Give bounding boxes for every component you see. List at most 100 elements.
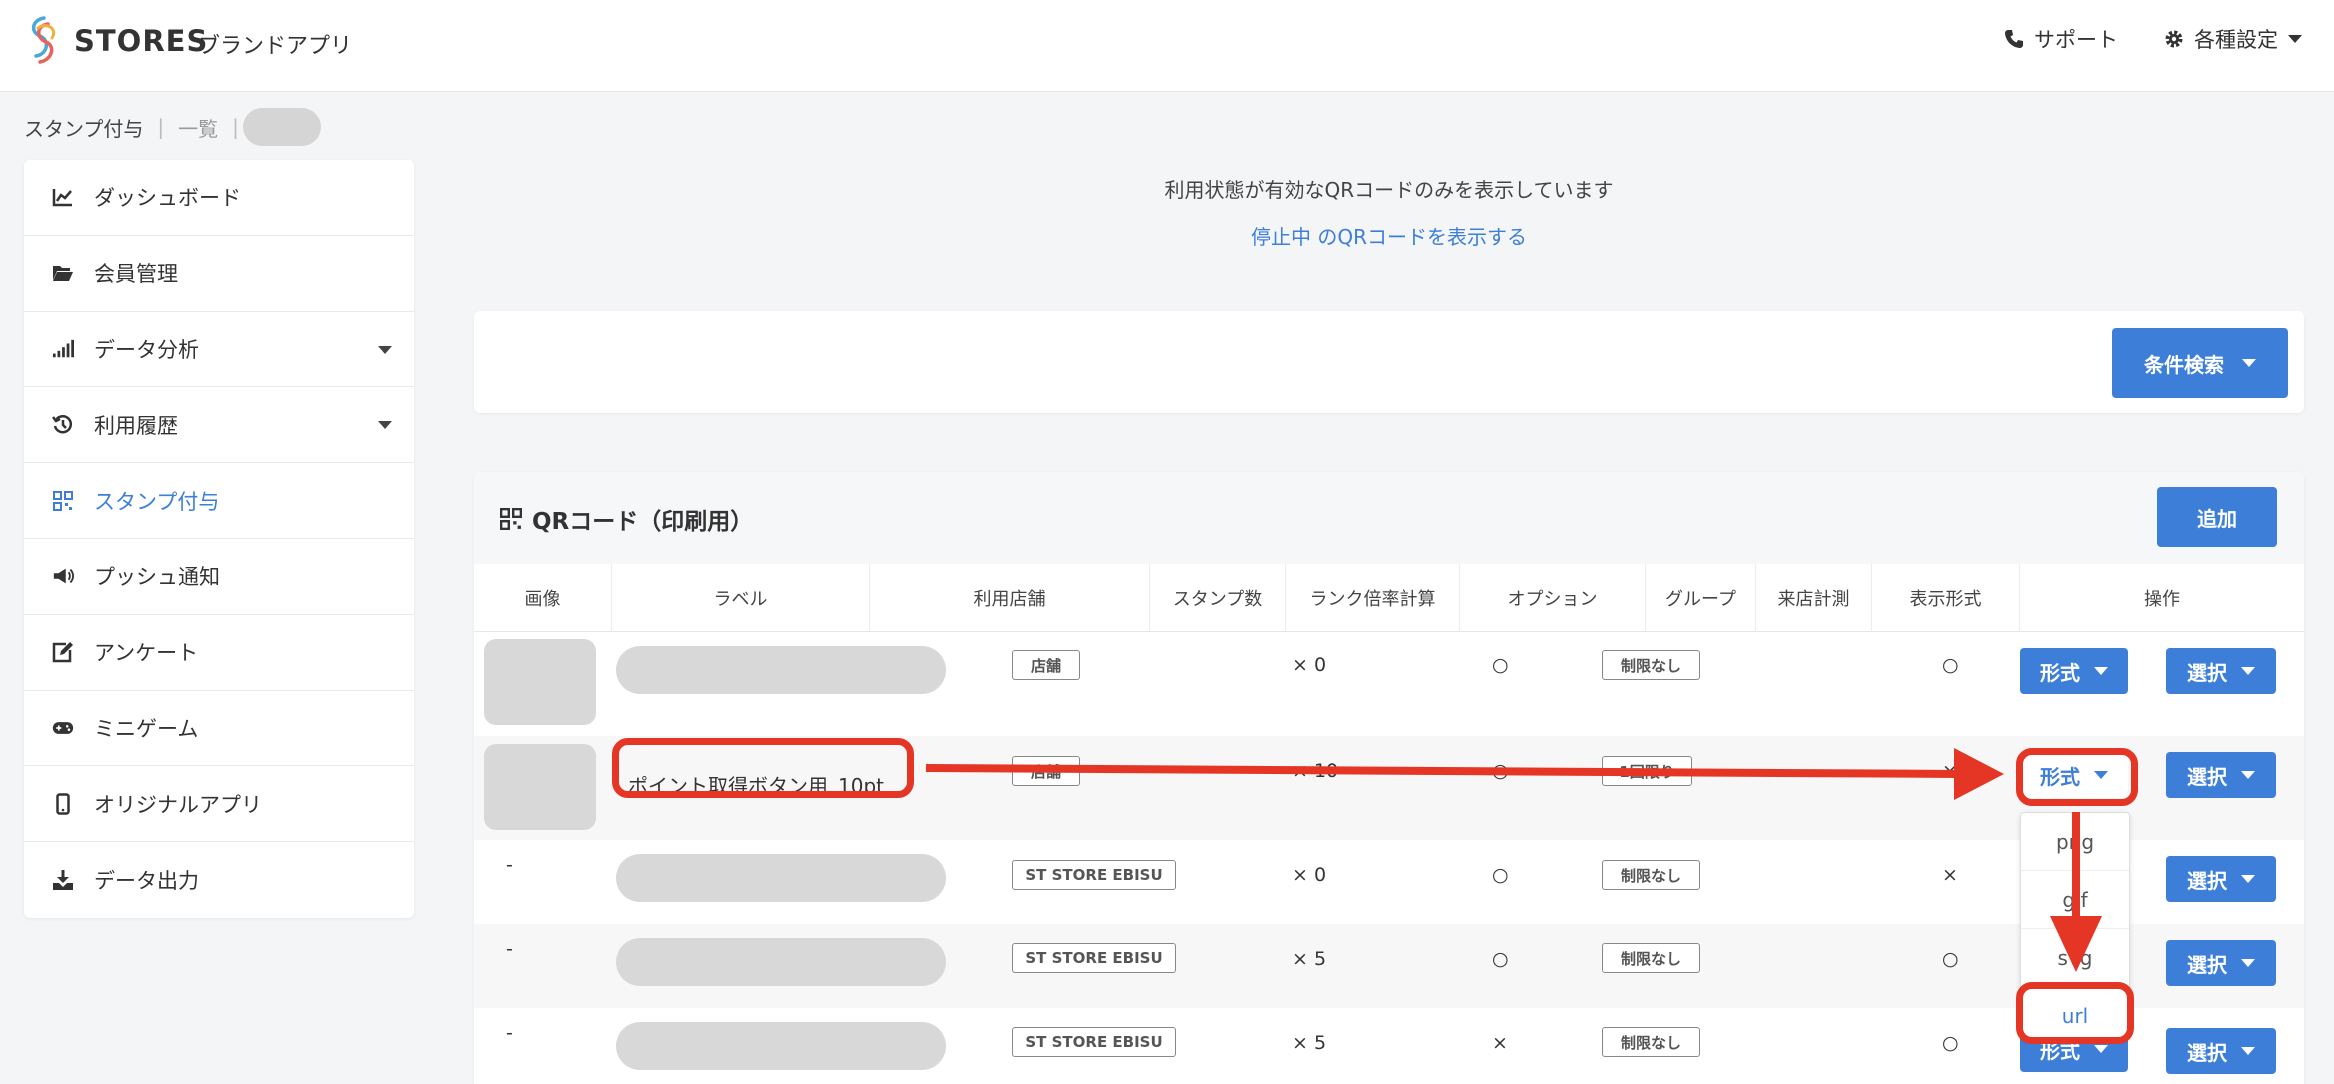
brand-sub: ブランドアプリ — [198, 34, 353, 59]
chevron-down-icon — [2242, 359, 2256, 367]
sidebar-item-label: プッシュ通知 — [94, 565, 220, 590]
column-header: 操作 — [2144, 589, 2180, 610]
label-redacted — [616, 938, 946, 986]
sidebar-item-label: データ分析 — [94, 337, 199, 362]
sidebar-item-history[interactable]: 利用履歴 — [24, 387, 414, 464]
visit-measure: ○ — [1942, 654, 1959, 676]
stamp-count: × 5 — [1292, 948, 1327, 970]
download-icon — [52, 869, 74, 891]
breadcrumb-list[interactable]: 一覧 — [178, 113, 218, 142]
stamp-count: × 5 — [1292, 1032, 1327, 1054]
column-header: ラベル — [612, 564, 870, 632]
format-label: 形式 — [2040, 660, 2080, 685]
annotation-url-highlight — [2016, 982, 2134, 1044]
image-empty: - — [506, 938, 513, 960]
visit-measure: ○ — [1942, 1032, 1959, 1054]
action-select-button[interactable]: 選択 — [2166, 752, 2276, 798]
action-select-button[interactable]: 選択 — [2166, 940, 2276, 986]
mobile-icon — [52, 793, 74, 815]
sidebar-item-label: スタンプ付与 — [94, 489, 220, 514]
store-tag: ST STORE EBISU — [1012, 943, 1176, 973]
sidebar-item-label: アンケート — [94, 641, 199, 666]
label-redacted — [616, 854, 946, 902]
chevron-down-icon — [2288, 35, 2302, 43]
sidebar-item-stamp[interactable]: スタンプ付与 — [24, 463, 414, 539]
stamp-count: × 10 — [1292, 760, 1339, 782]
sidebar-item-label: データ出力 — [94, 869, 199, 894]
chevron-down-icon — [378, 421, 392, 430]
action-label: 選択 — [2187, 660, 2227, 685]
sidebar-item-dashboard[interactable]: ダッシュボード — [24, 160, 414, 236]
column-header: スタンプ数 — [1150, 564, 1286, 632]
sidebar-item-label: 利用履歴 — [94, 413, 178, 438]
gamepad-icon — [52, 717, 74, 739]
store-tag: 店舗 — [1012, 650, 1080, 680]
action-select-button[interactable]: 選択 — [2166, 856, 2276, 902]
folder-icon — [52, 262, 74, 284]
signal-bars-icon — [52, 338, 74, 360]
settings-label: 各種設定 — [2194, 28, 2278, 52]
sidebar-item-members[interactable]: 会員管理 — [24, 236, 414, 312]
format-option-png[interactable]: png — [2021, 813, 2129, 871]
column-header: 画像 — [474, 564, 612, 632]
format-button[interactable]: 形式 — [2020, 648, 2128, 694]
chevron-down-icon — [2241, 667, 2255, 675]
qr-panel-title-text: QRコード（印刷用） — [532, 509, 754, 535]
qr-panel-title: QRコード（印刷用） — [500, 502, 753, 536]
add-qr-button[interactable]: 追加 — [2157, 487, 2277, 547]
stamp-count: × 0 — [1292, 864, 1327, 886]
chevron-down-icon — [2241, 875, 2255, 883]
action-label: 選択 — [2187, 1040, 2227, 1065]
option-tag: 制限なし — [1602, 650, 1700, 680]
sidebar-item-analytics[interactable]: データ分析 — [24, 312, 414, 388]
breadcrumb-stamp[interactable]: スタンプ付与 — [24, 113, 143, 142]
sidebar-item-push[interactable]: プッシュ通知 — [24, 539, 414, 615]
qr-panel-header: QRコード（印刷用） 追加 — [474, 472, 2304, 564]
chevron-down-icon — [2094, 667, 2108, 675]
action-select-button[interactable]: 選択 — [2166, 648, 2276, 694]
phone-icon — [2005, 30, 2023, 48]
chevron-down-icon — [2241, 1047, 2255, 1055]
format-option-svg[interactable]: svg — [2021, 929, 2129, 987]
rank-calc: × — [1492, 1032, 1508, 1054]
option-tag: 制限なし — [1602, 860, 1700, 890]
sidebar-item-survey[interactable]: アンケート — [24, 615, 414, 691]
sidebar-item-label: ダッシュボード — [94, 186, 241, 211]
table-row: 店舗 × 0 ○ 制限なし ○ 形式 選択 — [474, 632, 2304, 736]
app-header: STORES ブランドアプリ サポート 各種設定 — [0, 0, 2334, 92]
sidebar-item-export[interactable]: データ出力 — [24, 842, 414, 918]
support-label: サポート — [2034, 28, 2118, 52]
show-stopped-link[interactable]: 停止中 のQRコードを表示する — [474, 221, 2304, 250]
breadcrumb-redacted — [242, 108, 321, 146]
format-option-gif[interactable]: gif — [2021, 871, 2129, 929]
megaphone-icon — [52, 565, 74, 587]
history-icon — [52, 414, 74, 436]
filter-panel: 条件検索 — [474, 311, 2304, 413]
rank-calc: ○ — [1492, 864, 1509, 886]
chevron-down-icon — [2094, 1045, 2108, 1053]
stores-logo-icon[interactable] — [22, 14, 66, 68]
settings-menu[interactable]: 各種設定 — [2164, 24, 2302, 54]
rank-calc: ○ — [1492, 654, 1509, 676]
column-header: オプション — [1460, 564, 1646, 632]
support-link[interactable]: サポート — [2004, 24, 2118, 54]
store-tag: ST STORE EBISU — [1012, 1027, 1176, 1057]
sidebar-item-label: 会員管理 — [94, 262, 178, 287]
edit-icon — [52, 641, 74, 663]
breadcrumb: スタンプ付与 | 一覧 | — [24, 108, 321, 146]
qrcode-icon — [500, 508, 522, 530]
sidebar-item-minigame[interactable]: ミニゲーム — [24, 691, 414, 767]
store-tag: ST STORE EBISU — [1012, 860, 1176, 890]
sidebar-item-original-app[interactable]: オリジナルアプリ — [24, 766, 414, 843]
breadcrumb-separator: | — [232, 115, 239, 139]
table-header: 画像 ラベル 利用店舗 スタンプ数 ランク倍率計算 オプション グループ 来店計… — [474, 564, 2304, 632]
visit-measure: × — [1942, 760, 1958, 782]
filter-search-button[interactable]: 条件検索 — [2112, 328, 2288, 398]
rank-calc: ○ — [1492, 760, 1509, 782]
action-label: 選択 — [2187, 764, 2227, 789]
chart-line-icon — [52, 186, 74, 208]
chevron-down-icon — [2241, 959, 2255, 967]
column-header: グループ — [1646, 564, 1756, 632]
action-select-button[interactable]: 選択 — [2166, 1028, 2276, 1074]
visit-measure: × — [1942, 864, 1958, 886]
